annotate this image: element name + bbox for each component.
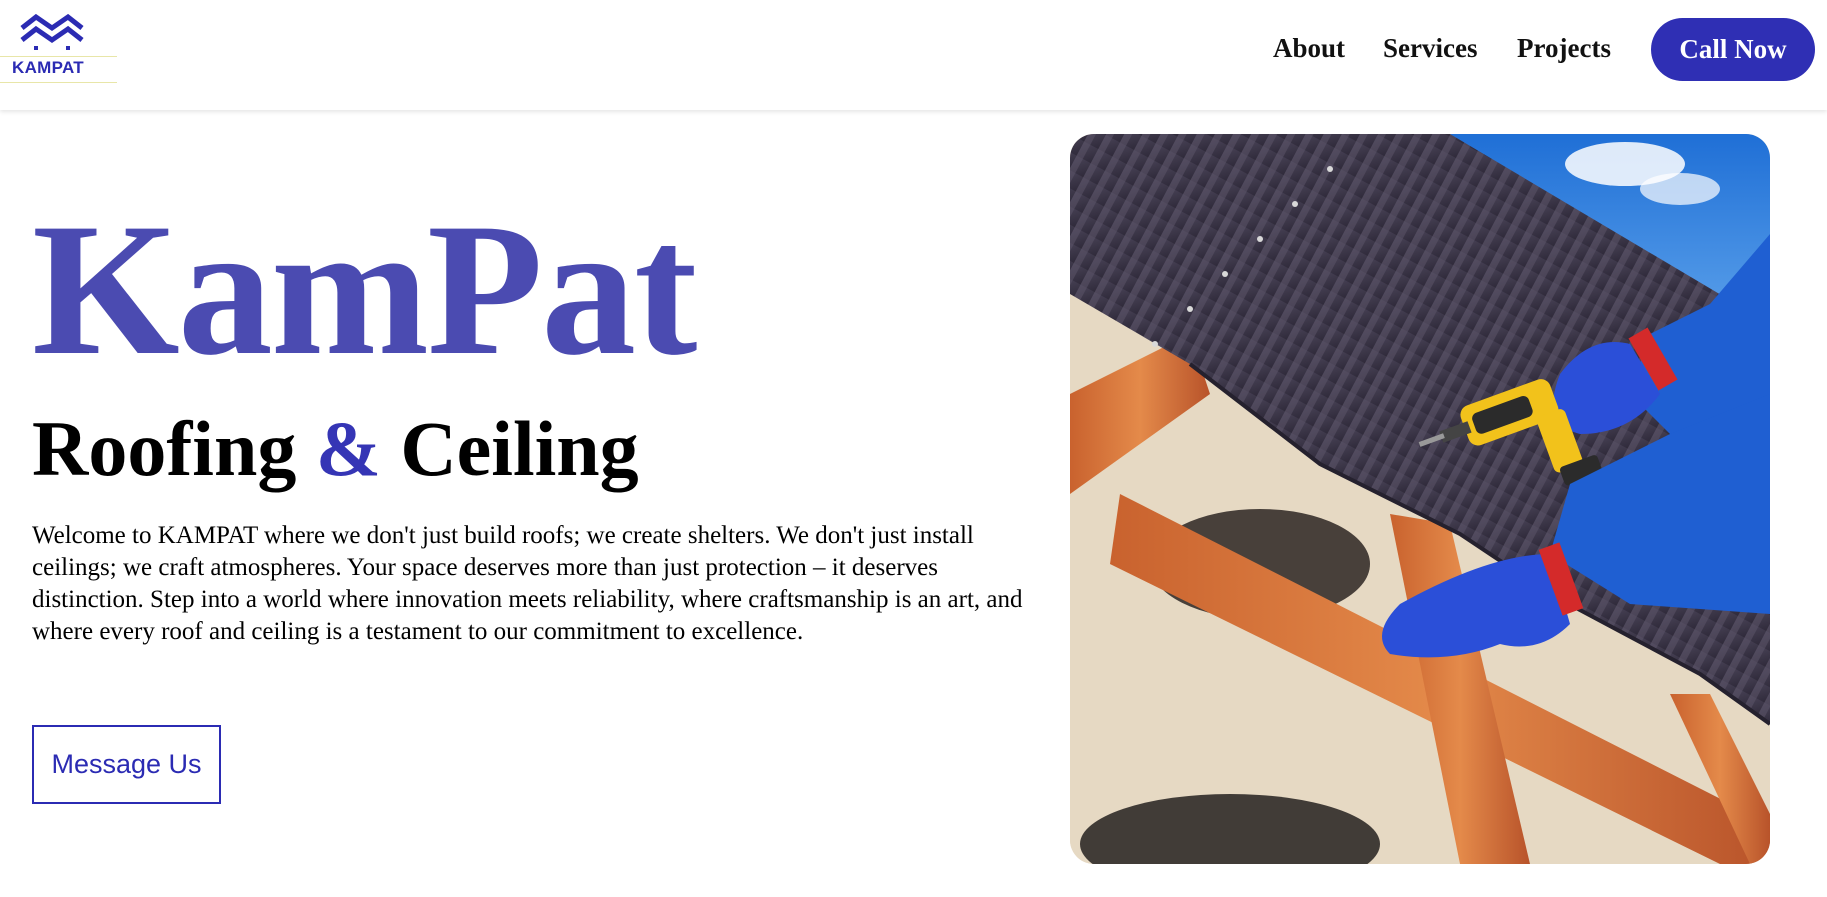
call-now-button[interactable]: Call Now — [1651, 18, 1815, 81]
message-us-button[interactable]: Message Us — [32, 725, 221, 804]
roof-chevrons-logo-icon — [20, 14, 84, 50]
logo-text: KAMPAT — [12, 58, 84, 77]
hero-subtitle: Roofing & Ceiling — [32, 410, 639, 488]
hero-intro-paragraph: Welcome to KAMPAT where we don't just bu… — [32, 522, 1023, 645]
logo-divider-bottom — [0, 82, 117, 83]
hero-brand-title: KamPat — [32, 185, 697, 395]
logo-divider-top — [0, 56, 117, 57]
nav-link-about[interactable]: About — [1273, 33, 1345, 64]
logo[interactable]: KAMPAT — [0, 10, 117, 84]
subtitle-ceiling: Ceiling — [400, 405, 639, 492]
nav-link-services[interactable]: Services — [1383, 33, 1477, 64]
subtitle-ampersand: & — [315, 405, 381, 492]
subtitle-roofing: Roofing — [32, 405, 297, 492]
site-header: KAMPAT About Services Projects Call Now — [0, 0, 1827, 110]
roofer-drilling-metal-roof-photo — [1070, 134, 1770, 864]
nav-link-projects[interactable]: Projects — [1517, 33, 1611, 64]
hero-photo-illustration — [1070, 134, 1770, 864]
